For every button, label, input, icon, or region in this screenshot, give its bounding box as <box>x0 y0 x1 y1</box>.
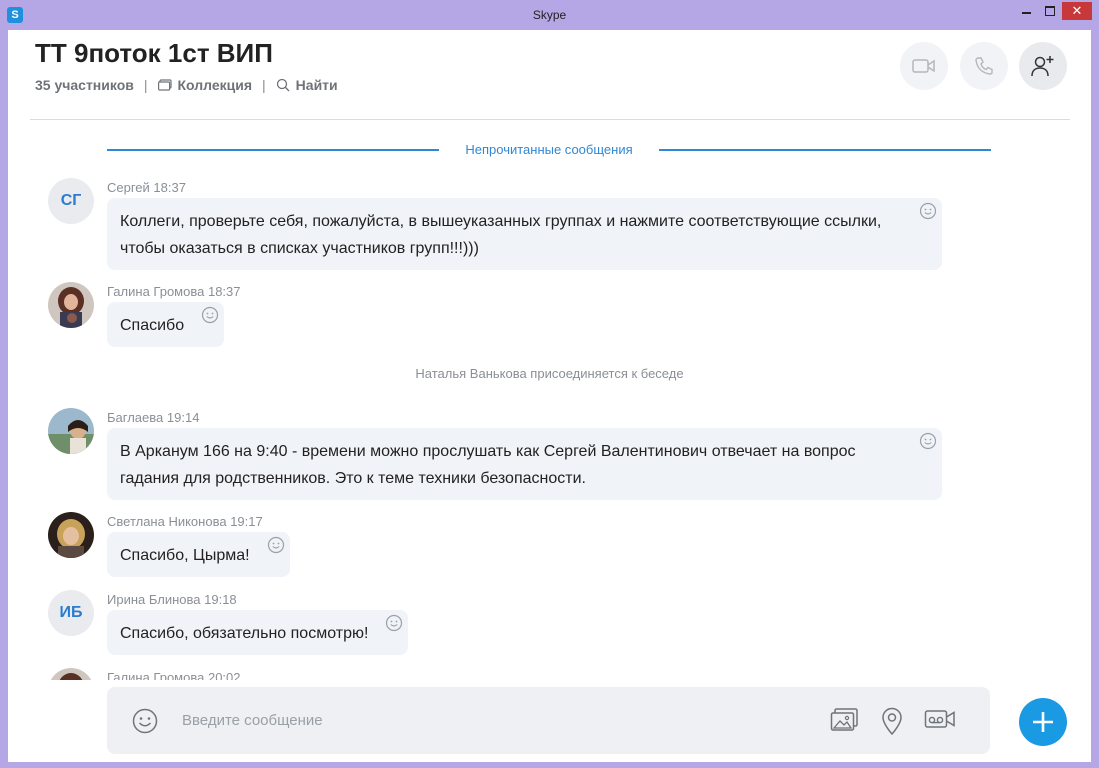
audio-call-icon <box>975 57 993 75</box>
avatar[interactable] <box>48 668 94 680</box>
message-text: гадания для родственников. Это к теме те… <box>120 470 586 487</box>
message-text: Спасибо <box>120 317 185 334</box>
window-title: Skype <box>532 8 567 22</box>
window-titlebar: S Skype ✕ <box>0 0 1099 30</box>
message-meta: Светлана Никонова 19:17 <box>107 514 263 529</box>
message-text: Спасибо, обязательно посмотрю! <box>120 625 369 642</box>
maximize-button[interactable] <box>1040 2 1062 20</box>
unread-label: Непрочитанные сообщения <box>465 142 633 157</box>
add-person-icon <box>1031 56 1054 77</box>
message-time: 19:18 <box>204 592 237 607</box>
message-meta: Баглаева 19:14 <box>107 410 199 425</box>
sender-name: Галина Громова <box>107 670 205 680</box>
location-icon[interactable] <box>880 707 904 735</box>
sender-name: Светлана Никонова <box>107 514 227 529</box>
media-gallery-icon[interactable] <box>830 707 860 733</box>
find-link[interactable]: Найти <box>296 77 338 93</box>
message-composer[interactable]: Введите сообщение <box>107 687 990 754</box>
add-content-button[interactable] <box>1019 698 1067 746</box>
system-message: Наталья Ванькова присоединяется к беседе <box>415 366 684 381</box>
message-time: 20:02 <box>207 670 241 680</box>
sender-name: Баглаева <box>107 410 164 425</box>
message-meta: Галина Громова 20:02 <box>107 670 241 680</box>
message-time: 19:14 <box>166 410 200 425</box>
separator: | <box>262 77 266 93</box>
avatar-photo <box>48 512 94 558</box>
avatar[interactable] <box>48 512 94 558</box>
message-bubble[interactable]: Спасибо, обязательно посмотрю! <box>107 610 409 655</box>
message-time: 18:37 <box>153 180 186 195</box>
search-icon <box>276 78 290 92</box>
message-meta: Ирина Блинова 19:18 <box>107 592 237 607</box>
message-time: 18:37 <box>207 284 241 299</box>
reaction-smile-icon[interactable] <box>201 306 219 324</box>
reaction-smile-icon[interactable] <box>919 432 937 450</box>
skype-window: ТТ 9поток 1ст ВИП 35 участников | Коллек… <box>8 30 1091 762</box>
message-meta: Галина Громова 18:37 <box>107 284 241 299</box>
message-bubble[interactable]: Спасибо <box>107 302 225 347</box>
message-text: чтобы оказаться в списках участников гру… <box>120 240 479 257</box>
add-icon <box>1033 712 1053 732</box>
sender-name: Сергей <box>107 180 150 195</box>
divider-line <box>659 149 991 151</box>
minimize-button[interactable] <box>1016 2 1038 20</box>
video-message-icon[interactable] <box>924 707 956 731</box>
avatar-photo <box>48 408 94 454</box>
avatar[interactable] <box>48 408 94 454</box>
reaction-smile-icon[interactable] <box>385 614 403 632</box>
divider-line <box>107 149 439 151</box>
audio-call-button[interactable] <box>960 42 1008 90</box>
separator: | <box>143 77 148 93</box>
message-text: В Арканум 166 на 9:40 - времени можно пр… <box>120 443 856 460</box>
reaction-smile-icon[interactable] <box>267 536 285 554</box>
unread-divider: Непрочитанные сообщения <box>107 140 991 160</box>
message-bubble[interactable]: В Арканум 166 на 9:40 - времени можно пр… <box>107 428 942 500</box>
sender-name: Ирина Блинова <box>107 592 201 607</box>
collection-link[interactable]: Коллекция <box>178 77 253 93</box>
avatar[interactable] <box>48 282 94 328</box>
avatar[interactable]: ИБ <box>48 590 94 636</box>
close-button[interactable]: ✕ <box>1062 2 1092 20</box>
avatar-photo <box>48 668 94 680</box>
avatar-photo <box>48 282 94 328</box>
add-participant-button[interactable] <box>1019 42 1067 90</box>
participants-count-link[interactable]: 35 участников <box>35 77 134 93</box>
message-list[interactable]: Непрочитанные сообщения СГ Сергей 18:37 … <box>8 120 1091 680</box>
sender-name: Галина Громова <box>107 284 205 299</box>
collection-icon <box>157 79 172 91</box>
avatar[interactable]: СГ <box>48 178 94 224</box>
message-text: Коллеги, проверьте себя, пожалуйста, в в… <box>120 213 882 230</box>
message-bubble[interactable]: Спасибо, Цырма! <box>107 532 290 577</box>
message-text: Спасибо, Цырма! <box>120 547 250 564</box>
video-call-button[interactable] <box>900 42 948 90</box>
chat-subheader: 35 участников | Коллекция | Найти <box>35 77 338 93</box>
chat-title: ТТ 9поток 1ст ВИП <box>35 38 273 68</box>
message-input-placeholder[interactable]: Введите сообщение <box>182 712 323 729</box>
video-call-icon <box>912 59 935 73</box>
message-time: 19:17 <box>230 514 263 529</box>
message-bubble[interactable]: Коллеги, проверьте себя, пожалуйста, в в… <box>107 198 942 270</box>
message-meta: Сергей 18:37 <box>107 180 186 195</box>
emoji-icon[interactable] <box>132 708 158 734</box>
reaction-smile-icon[interactable] <box>919 202 937 220</box>
